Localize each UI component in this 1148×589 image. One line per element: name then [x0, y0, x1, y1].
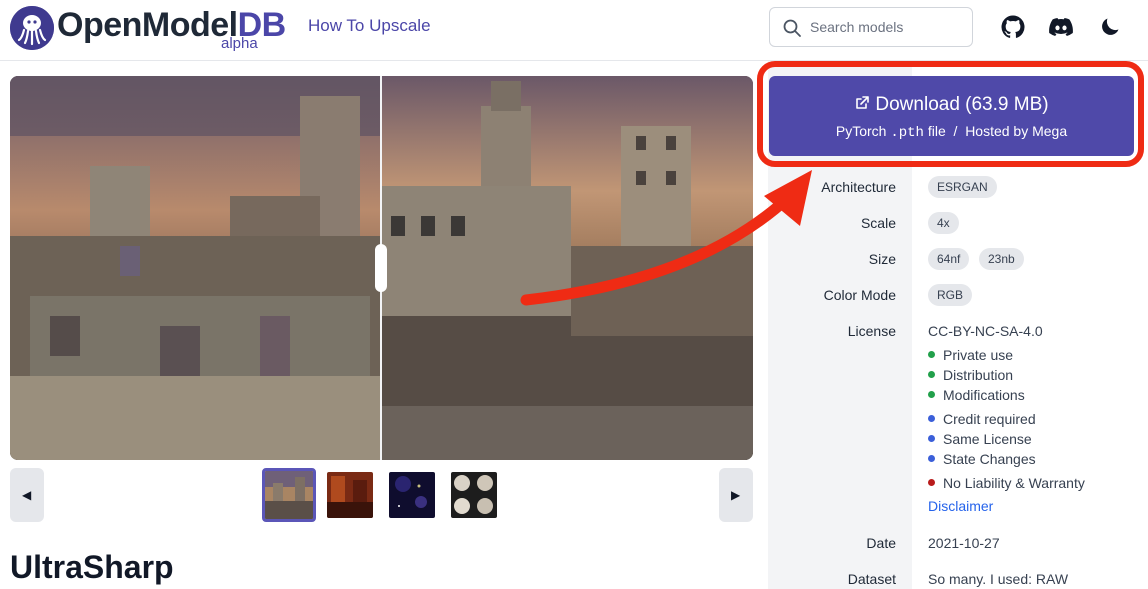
compare-handle[interactable]	[375, 244, 387, 292]
disclaimer-link[interactable]: Disclaimer	[928, 497, 993, 515]
after-image	[381, 76, 753, 460]
thumbnail-red-interior[interactable]	[325, 470, 375, 520]
date-label: Date	[866, 535, 896, 551]
brand-tag: alpha	[221, 35, 258, 52]
condition-item: Same License	[928, 430, 1032, 448]
permitted-dot-icon	[928, 391, 935, 398]
github-icon[interactable]	[1001, 15, 1025, 39]
permission-item: Distribution	[928, 366, 1013, 384]
color-mode-label: Color Mode	[823, 287, 896, 303]
limitation-item: No Liability & Warranty	[928, 474, 1085, 492]
gallery-next-button[interactable]: ▶	[719, 468, 753, 522]
architecture-label: Architecture	[821, 179, 896, 195]
condition-dot-icon	[928, 455, 935, 462]
thumbnail-clouds-grid[interactable]	[449, 470, 499, 520]
gallery-prev-button[interactable]: ◀	[10, 468, 44, 522]
date-value: 2021-10-27	[928, 535, 1000, 551]
limitation-dot-icon	[928, 479, 935, 486]
before-image	[10, 76, 381, 460]
search-icon	[783, 19, 801, 37]
condition-dot-icon	[928, 435, 935, 442]
size-tag[interactable]: 23nb	[979, 248, 1024, 270]
moon-icon[interactable]	[1098, 15, 1122, 39]
download-format: PyTorch .pth file / Hosted by Mega	[835, 123, 1068, 141]
permitted-dot-icon	[928, 351, 935, 358]
how-to-upscale-link[interactable]: How To Upscale	[308, 16, 431, 36]
dataset-value: So many. I used: RAW	[928, 571, 1069, 587]
thumbnail-night-sky[interactable]	[387, 470, 437, 520]
thumbnail-castle[interactable]	[262, 468, 316, 522]
external-link-icon	[856, 96, 870, 109]
color-mode-tag[interactable]: RGB	[928, 284, 973, 306]
scale-label: Scale	[860, 215, 896, 231]
chevron-right-icon: ▶	[731, 488, 741, 502]
condition-item: Credit required	[928, 410, 1036, 428]
condition-item: State Changes	[928, 450, 1036, 468]
top-header: OpenModelDB alpha How To Upscale	[0, 0, 1148, 61]
architecture-tag[interactable]: ESRGAN	[928, 176, 997, 198]
condition-dot-icon	[928, 415, 935, 422]
download-label: Download (63.9 MB)	[769, 94, 1134, 116]
permitted-dot-icon	[928, 371, 935, 378]
dataset-label: Dataset	[847, 571, 896, 587]
search-input[interactable]	[810, 17, 960, 37]
image-compare-slider[interactable]	[10, 76, 753, 460]
scale-tag[interactable]: 4x	[928, 212, 959, 234]
license-value: CC-BY-NC-SA-4.0	[928, 323, 1043, 339]
permission-item: Private use	[928, 346, 1013, 364]
discord-icon[interactable]	[1049, 15, 1073, 39]
chevron-left-icon: ◀	[22, 488, 32, 502]
model-title: UltraSharp	[10, 549, 174, 585]
license-label: License	[847, 323, 896, 339]
download-button[interactable]: Download (63.9 MB) PyTorch .pth file / H…	[769, 76, 1134, 156]
size-label: Size	[868, 251, 896, 267]
octopus-logo-icon[interactable]	[10, 6, 54, 50]
search-box[interactable]	[769, 7, 973, 47]
permission-item: Modifications	[928, 386, 1025, 404]
size-tag[interactable]: 64nf	[928, 248, 970, 270]
